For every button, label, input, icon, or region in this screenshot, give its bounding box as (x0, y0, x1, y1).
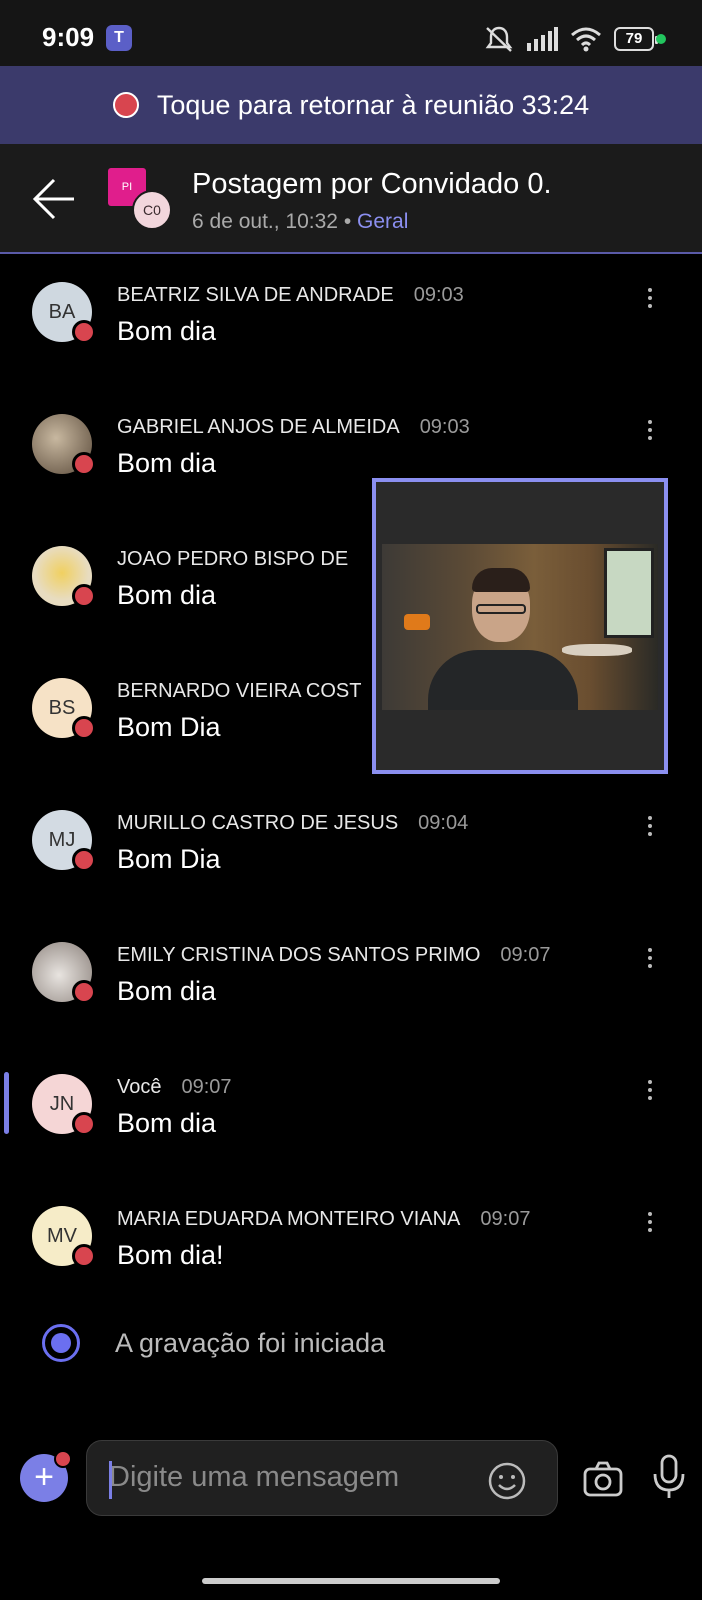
banner-text: Toque para retornar à reunião 33:24 (156, 89, 590, 120)
battery-icon: 79 (614, 27, 658, 51)
presence-busy-icon (72, 452, 96, 476)
notification-badge (54, 1450, 72, 1468)
sender-name: BEATRIZ SILVA DE ANDRADE (117, 284, 394, 306)
camera-icon[interactable] (582, 1458, 624, 1500)
wifi-icon (571, 27, 601, 52)
message-text: Bom Dia (117, 712, 221, 742)
return-to-meeting-banner[interactable]: Toque para retornar à reunião 33:24 (0, 66, 702, 144)
message-text: Bom dia! (117, 1240, 224, 1270)
page-title: Postagem por Convidado 0. (192, 168, 552, 200)
message-text: Bom dia (117, 316, 217, 346)
recording-icon (112, 92, 139, 118)
post-subtitle: 6 de out., 10:32 • Geral (192, 210, 408, 234)
privacy-indicator (656, 34, 666, 44)
message-text: Bom dia (117, 448, 217, 478)
presence-busy-icon (72, 584, 96, 608)
presence-busy-icon (72, 1112, 96, 1136)
post-avatar-group: PI C0 (108, 168, 174, 230)
video-feed (382, 544, 658, 710)
list-item[interactable]: EMILY CRISTINA DOS SANTOS PRIMO 09:07 Bom… (0, 916, 702, 1048)
sender-name: Você (117, 1076, 162, 1098)
status-time: 9:09 (42, 22, 95, 52)
status-bar: 9:09 T 79 (0, 0, 702, 66)
list-item[interactable]: MJ MURILLO CASTRO DE JESUS 09:04 Bom Dia (0, 784, 702, 916)
presence-busy-icon (72, 716, 96, 740)
sender-name: JOAO PEDRO BISPO DE (117, 548, 349, 570)
message-placeholder: Digite uma mensagem (109, 1461, 400, 1493)
post-date: 6 de out., 10:32 (192, 210, 338, 233)
mute-icon (485, 26, 513, 52)
list-item[interactable]: BA BEATRIZ SILVA DE ANDRADE 09:03 Bom dia (0, 256, 702, 388)
presence-busy-icon (72, 980, 96, 1004)
more-options-icon[interactable] (640, 1076, 660, 1108)
presence-busy-icon (72, 320, 96, 344)
message-composer: + Digite uma mensagem (0, 1440, 702, 1540)
meeting-video-pip[interactable] (372, 478, 668, 774)
sender-name: GABRIEL ANJOS DE ALMEIDA (117, 416, 400, 438)
status-icons: 79 (484, 24, 658, 54)
sender-name: BERNARDO VIEIRA COST (117, 680, 362, 702)
microphone-icon[interactable] (652, 1454, 686, 1500)
list-item[interactable]: MV MARIA EDUARDA MONTEIRO VIANA 09:07 Bom… (0, 1180, 702, 1312)
message-text: Bom dia (117, 1108, 217, 1138)
message-time: 09:03 (419, 416, 470, 438)
presence-busy-icon (72, 848, 96, 872)
teams-icon: T (106, 25, 132, 51)
more-options-icon[interactable] (640, 1208, 660, 1240)
channel-link[interactable]: Geral (357, 210, 408, 233)
message-list: BA BEATRIZ SILVA DE ANDRADE 09:03 Bom dia… (0, 256, 702, 1312)
list-item[interactable]: JN Você 09:07 Bom dia (0, 1048, 702, 1180)
text-cursor (109, 1461, 112, 1499)
signal-icon (527, 27, 558, 51)
separator: • (343, 210, 352, 233)
conversation-header: PI C0 Postagem por Convidado 0. 6 de out… (0, 144, 702, 254)
recording-started-message: A gravação foi iniciada (0, 1312, 702, 1372)
avatar: C0 (132, 190, 172, 230)
home-indicator[interactable] (202, 1578, 500, 1584)
message-time: 09:04 (418, 812, 469, 834)
more-options-icon[interactable] (640, 944, 660, 976)
message-text: Bom dia (117, 976, 217, 1006)
presence-busy-icon (72, 1244, 96, 1268)
message-time: 09:07 (500, 944, 551, 966)
emoji-icon[interactable] (487, 1461, 527, 1501)
message-text: Bom dia (117, 580, 217, 610)
sender-name: MARIA EDUARDA MONTEIRO VIANA (117, 1208, 461, 1230)
back-arrow-icon[interactable] (30, 174, 80, 224)
own-message-indicator (4, 1072, 9, 1134)
more-options-icon[interactable] (640, 416, 660, 448)
message-time: 09:07 (480, 1208, 531, 1230)
message-input[interactable]: Digite uma mensagem (86, 1440, 558, 1516)
system-message-text: A gravação foi iniciada (115, 1328, 386, 1358)
sender-name: EMILY CRISTINA DOS SANTOS PRIMO (117, 944, 481, 966)
more-options-icon[interactable] (640, 284, 660, 316)
sender-name: MURILLO CASTRO DE JESUS (117, 812, 399, 834)
recording-icon (42, 1324, 80, 1362)
message-time: 09:03 (413, 284, 464, 306)
message-time: 09:07 (181, 1076, 232, 1098)
message-text: Bom Dia (117, 844, 221, 874)
more-options-icon[interactable] (640, 812, 660, 844)
